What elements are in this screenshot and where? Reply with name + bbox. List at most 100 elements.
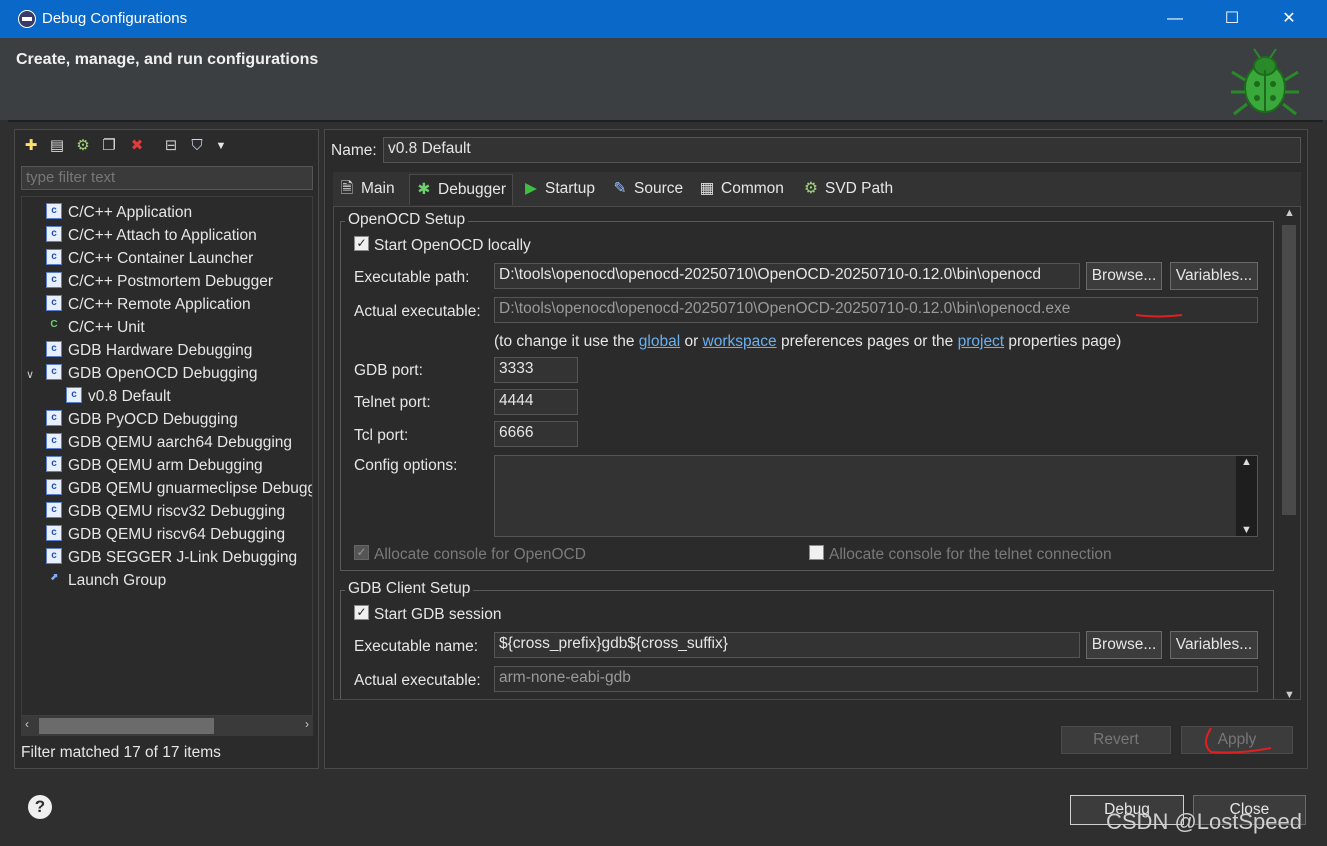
help-icon[interactable]: ?: [28, 795, 52, 819]
checkbox-checked-icon[interactable]: ✓: [354, 605, 369, 621]
tree-item-label: C/C++ Unit: [68, 319, 145, 336]
tree-item-cpp-postmortem[interactable]: c C/C++ Postmortem Debugger: [46, 270, 273, 293]
tree-item-gdb-hardware[interactable]: c GDB Hardware Debugging: [46, 339, 252, 362]
tree-item-label: GDB QEMU riscv64 Debugging: [68, 526, 286, 543]
new-configuration-icon[interactable]: ✚: [21, 136, 41, 156]
tree-item-label: GDB PyOCD Debugging: [68, 411, 238, 428]
config-options-textarea[interactable]: [494, 455, 1258, 537]
alloc-telnet-checkbox[interactable]: Allocate console for the telnet connecti…: [809, 545, 1112, 564]
scroll-down-icon[interactable]: ▼: [1284, 689, 1295, 699]
scroll-up-icon[interactable]: ▲: [1241, 456, 1252, 468]
global-link[interactable]: global: [639, 333, 680, 350]
scrollbar-thumb[interactable]: [1282, 225, 1296, 515]
tcl-port-input[interactable]: 6666: [494, 421, 578, 447]
tree-item-launch-group[interactable]: ⬈ Launch Group: [46, 569, 166, 592]
tree-item-cpp-unit[interactable]: C C/C++ Unit: [46, 316, 145, 339]
tree-item-label: C/C++ Container Launcher: [68, 250, 254, 267]
red-circle-annotation: [1205, 727, 1272, 754]
openocd-exec-input[interactable]: D:\tools\openocd\openocd-20250710\OpenOC…: [494, 263, 1080, 289]
tree-item-cpp-container[interactable]: c C/C++ Container Launcher: [46, 247, 253, 270]
tree-item-cpp-remote[interactable]: c C/C++ Remote Application: [46, 293, 251, 316]
chevron-down-icon[interactable]: ∨: [26, 364, 46, 387]
tree-item-gdb-pyocd[interactable]: c GDB PyOCD Debugging: [46, 408, 238, 431]
tree-item-label: GDB OpenOCD Debugging: [68, 365, 258, 382]
openocd-actual-label: Actual executable:: [354, 303, 481, 320]
tab-label: Main: [361, 180, 395, 197]
tree-item-gdb-qemu-aarch64[interactable]: c GDB QEMU aarch64 Debugging: [46, 431, 292, 454]
configuration-editor-panel: Name: v0.8 Default 🗎 Main ✱ Debugger ▶ Star…: [324, 129, 1308, 769]
configuration-tree: c C/C++ Application c C/C++ Attach to Appl…: [21, 196, 313, 716]
telnet-port-input[interactable]: 4444: [494, 389, 578, 415]
tree-item-gdb-openocd[interactable]: ∨ c GDB OpenOCD Debugging: [26, 362, 258, 385]
tree-item-label: GDB QEMU aarch64 Debugging: [68, 434, 293, 451]
checkbox-label: Start OpenOCD locally: [374, 237, 531, 254]
project-link[interactable]: project: [958, 333, 1005, 350]
tree-item-cpp-attach[interactable]: c C/C++ Attach to Application: [46, 224, 257, 247]
start-openocd-checkbox[interactable]: ✓ Start OpenOCD locally: [354, 236, 531, 255]
tab-source[interactable]: ✎ Source: [612, 174, 684, 204]
revert-button[interactable]: Revert: [1061, 726, 1171, 754]
checkbox-unchecked-icon[interactable]: [809, 545, 824, 561]
tree-item-v08-default[interactable]: c v0.8 Default: [66, 385, 171, 408]
view-menu-chevron-down-icon[interactable]: ▼: [211, 136, 231, 156]
gdb-exec-label: Executable name:: [354, 638, 479, 655]
new-prototype-icon[interactable]: ▤: [47, 136, 67, 156]
tree-item-label: C/C++ Attach to Application: [68, 227, 257, 244]
c-config-icon: c: [46, 524, 62, 541]
scrollbar-thumb[interactable]: [39, 718, 214, 734]
c-unit-icon: C: [46, 317, 62, 334]
dialog-header: Create, manage, and run configurations: [0, 38, 1327, 120]
maximize-button[interactable]: ☐: [1204, 0, 1260, 38]
gdb-exec-input[interactable]: ${cross_prefix}gdb${cross_suffix}: [494, 632, 1080, 658]
workspace-link[interactable]: workspace: [703, 333, 777, 350]
tree-item-gdb-segger-jlink[interactable]: c GDB SEGGER J-Link Debugging: [46, 546, 297, 569]
scroll-left-icon[interactable]: ‹: [25, 717, 29, 731]
gdb-browse-button[interactable]: Browse...: [1086, 631, 1162, 659]
checkbox-label: Start GDB session: [374, 606, 502, 623]
scroll-up-icon[interactable]: ▲: [1284, 207, 1295, 219]
openocd-variables-button[interactable]: Variables...: [1170, 262, 1258, 290]
config-options-scrollbar[interactable]: ▲ ▼: [1236, 456, 1257, 536]
gdb-actual-value: arm-none-eabi-gdb: [494, 666, 1258, 692]
filter-input[interactable]: type filter text: [21, 166, 313, 190]
openocd-browse-button[interactable]: Browse...: [1086, 262, 1162, 290]
c-config-icon: c: [46, 432, 62, 449]
collapse-all-icon[interactable]: ⊟: [161, 136, 181, 156]
content-vertical-scrollbar[interactable]: ▲ ▼: [1278, 207, 1300, 699]
tab-startup[interactable]: ▶ Startup: [523, 174, 595, 204]
gdb-variables-button[interactable]: Variables...: [1170, 631, 1258, 659]
title-bar: Debug Configurations — ☐ ✕: [0, 0, 1327, 38]
checkbox-label: Allocate console for OpenOCD: [374, 546, 586, 563]
tab-main[interactable]: 🗎 Main: [339, 174, 395, 204]
svd-icon: ⚙: [804, 180, 818, 197]
window-title: Debug Configurations: [42, 10, 188, 27]
tree-horizontal-scrollbar[interactable]: ‹ ›: [21, 716, 313, 736]
red-underline-annotation: [1135, 314, 1183, 318]
gdb-port-input[interactable]: 3333: [494, 357, 578, 383]
tab-debugger[interactable]: ✱ Debugger: [409, 174, 514, 205]
tree-item-label: C/C++ Application: [68, 204, 193, 221]
tree-item-gdb-qemu-riscv32[interactable]: c GDB QEMU riscv32 Debugging: [46, 500, 285, 523]
tab-common[interactable]: ▦ Common: [699, 174, 784, 204]
tree-item-gdb-qemu-riscv64[interactable]: c GDB QEMU riscv64 Debugging: [46, 523, 285, 546]
scroll-right-icon[interactable]: ›: [305, 717, 309, 731]
tree-item-gdb-qemu-arm[interactable]: c GDB QEMU arm Debugging: [46, 454, 263, 477]
delete-configuration-icon[interactable]: ✖: [127, 136, 147, 156]
close-window-button[interactable]: ✕: [1261, 0, 1317, 38]
watermark: CSDN @LostSpeed: [1106, 809, 1302, 834]
c-config-icon: c: [46, 501, 62, 518]
scroll-down-icon[interactable]: ▼: [1241, 524, 1252, 536]
tree-item-cpp-application[interactable]: c C/C++ Application: [46, 201, 192, 224]
filter-icon[interactable]: ⛉: [187, 136, 207, 156]
duplicate-configuration-icon[interactable]: ❐: [99, 136, 119, 156]
tree-item-gdb-qemu-gnuarmeclipse[interactable]: c GDB QEMU gnuarmeclipse Debugging: [46, 477, 312, 500]
c-config-icon: c: [46, 455, 62, 472]
tab-svd-path[interactable]: ⚙ SVD Path: [803, 174, 893, 204]
start-gdb-session-checkbox[interactable]: ✓ Start GDB session: [354, 605, 502, 624]
eclipse-app-icon: [18, 10, 36, 28]
openocd-hint-text: (to change it use the global or workspac…: [494, 333, 1121, 351]
name-input[interactable]: v0.8 Default: [383, 137, 1301, 163]
checkbox-checked-icon[interactable]: ✓: [354, 236, 369, 252]
minimize-button[interactable]: —: [1147, 0, 1203, 38]
export-configuration-icon[interactable]: ⚙: [73, 136, 93, 156]
